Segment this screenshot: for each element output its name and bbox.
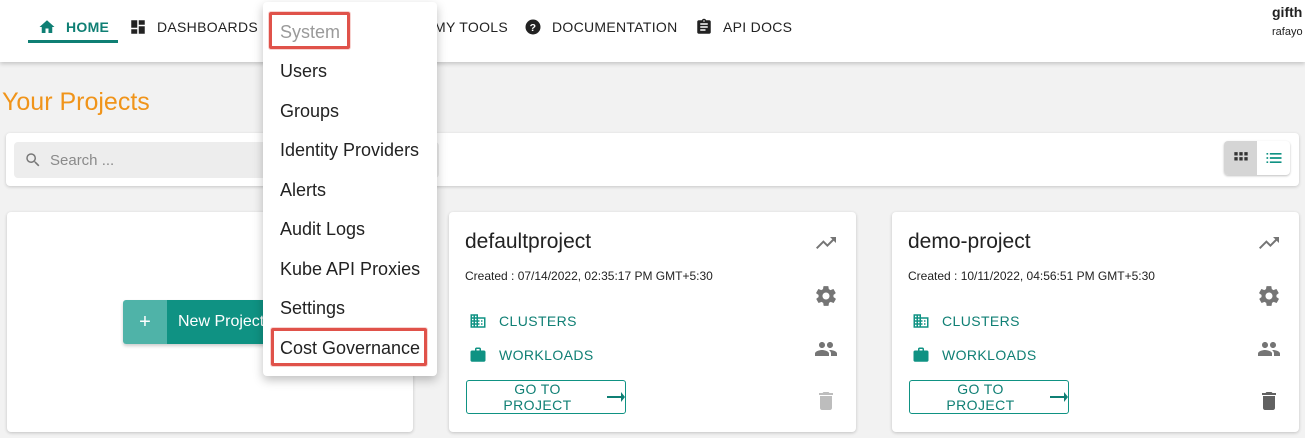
page-title: Your Projects [2, 88, 150, 116]
nav-dashboards[interactable]: DASHBOARDS [129, 13, 258, 41]
nav-api-docs[interactable]: API DOCS [695, 13, 792, 41]
project-card: demo-project Created : 10/11/2022, 04:56… [892, 212, 1299, 432]
trash-icon [1262, 392, 1276, 410]
nav-my-tools[interactable]: MY TOOLS [434, 13, 508, 41]
clipboard-icon [697, 18, 711, 34]
settings-button[interactable] [1256, 283, 1282, 309]
people-icon [815, 342, 837, 356]
dashboard-icon [131, 20, 145, 34]
go-to-project-label: GO TO PROJECT [503, 381, 572, 413]
home-icon [39, 20, 55, 33]
menu-item-settings[interactable]: Settings [280, 298, 345, 319]
nav-home-label: HOME [66, 19, 110, 35]
help-icon: ? [525, 19, 541, 35]
grid-view-button[interactable] [1224, 141, 1257, 175]
menu-item-users[interactable]: Users [280, 61, 327, 82]
cluster-icon [913, 314, 929, 328]
nav-my-tools-label: MY TOOLS [434, 19, 508, 35]
menu-item-kube-api-proxies[interactable]: Kube API Proxies [280, 259, 420, 280]
people-icon [1258, 342, 1280, 356]
settings-button[interactable] [813, 283, 839, 309]
trash-icon [819, 392, 833, 410]
project-created: Created : 10/11/2022, 04:56:51 PM GMT+5:… [908, 269, 1155, 283]
menu-item-identity-providers[interactable]: Identity Providers [280, 140, 419, 161]
gear-icon [816, 286, 836, 306]
nav-dashboards-label: DASHBOARDS [157, 19, 259, 35]
new-project-button[interactable]: + New Project [123, 300, 283, 344]
go-to-project-label: GO TO PROJECT [946, 381, 1015, 413]
nav-documentation[interactable]: ? DOCUMENTATION [524, 13, 677, 41]
search-icon [26, 153, 40, 167]
trend-icon [816, 237, 836, 249]
project-name: demo-project [908, 230, 1031, 253]
active-tab-indicator [28, 40, 118, 43]
go-to-project-button[interactable]: GO TO PROJECT [909, 380, 1069, 414]
menu-item-audit-logs[interactable]: Audit Logs [280, 219, 365, 240]
arrow-right-icon [1050, 392, 1068, 402]
workloads-label: WORKLOADS [942, 347, 1037, 363]
delete-button[interactable] [813, 388, 839, 414]
workloads-label: WORKLOADS [499, 347, 594, 363]
list-view-icon [1266, 153, 1281, 163]
menu-item-alerts[interactable]: Alerts [280, 180, 326, 201]
search-toolbar [6, 133, 1299, 186]
nav-documentation-label: DOCUMENTATION [552, 19, 678, 35]
metrics-button[interactable] [813, 230, 839, 256]
clusters-link[interactable]: CLUSTERS [469, 312, 577, 330]
briefcase-icon [470, 347, 486, 362]
delete-button[interactable] [1256, 388, 1282, 414]
grid-view-icon [1233, 152, 1248, 161]
user-name: gifth [1272, 4, 1303, 20]
view-toggle [1224, 141, 1290, 175]
clusters-label: CLUSTERS [499, 313, 577, 329]
gear-icon [1259, 286, 1279, 306]
metrics-button[interactable] [1256, 230, 1282, 256]
project-card: defaultproject Created : 07/14/2022, 02:… [449, 212, 856, 432]
project-created: Created : 07/14/2022, 02:35:17 PM GMT+5:… [465, 269, 713, 283]
system-dropdown-menu: System Users Groups Identity Providers A… [263, 2, 437, 376]
nav-api-docs-label: API DOCS [723, 19, 793, 35]
user-org: rafayo [1272, 26, 1303, 38]
cluster-icon [470, 314, 486, 328]
workloads-link[interactable]: WORKLOADS [469, 346, 594, 364]
clusters-link[interactable]: CLUSTERS [912, 312, 1020, 330]
project-name: defaultproject [465, 230, 592, 253]
nav-home[interactable]: HOME [38, 13, 109, 41]
go-to-project-button[interactable]: GO TO PROJECT [466, 380, 626, 414]
arrow-right-icon [607, 392, 625, 402]
plus-icon: + [123, 300, 167, 344]
svg-text:?: ? [530, 22, 537, 34]
menu-item-groups[interactable]: Groups [280, 101, 339, 122]
briefcase-icon [913, 347, 929, 362]
members-button[interactable] [1256, 336, 1282, 362]
workloads-link[interactable]: WORKLOADS [912, 346, 1037, 364]
highlight-box-system [269, 12, 350, 49]
clusters-label: CLUSTERS [942, 313, 1020, 329]
top-nav: HOME DASHBOARDS MY TOOLS ? DOCUMENTATION… [0, 0, 1305, 62]
members-button[interactable] [813, 336, 839, 362]
list-view-button[interactable] [1257, 141, 1290, 175]
trend-icon [1259, 237, 1279, 249]
highlight-box-cost-governance [271, 328, 427, 366]
user-menu[interactable]: gifth rafayo [1272, 4, 1305, 38]
